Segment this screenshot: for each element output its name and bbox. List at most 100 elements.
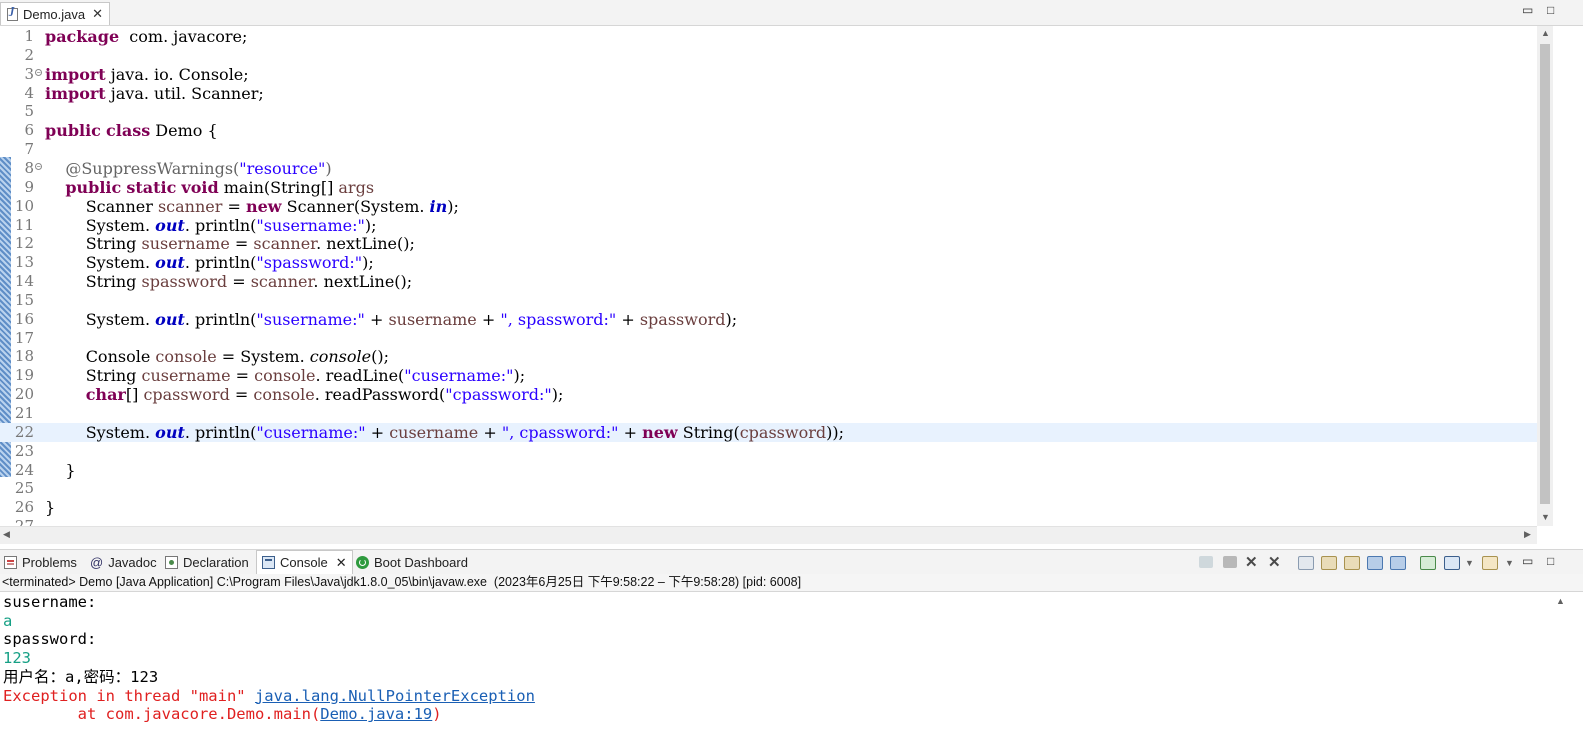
code-token: = System. xyxy=(216,347,310,367)
tab-console[interactable]: Console ✕ xyxy=(256,550,353,574)
code-token: console xyxy=(155,347,217,367)
code-line[interactable]: 23 xyxy=(0,442,1537,461)
scroll-left-icon[interactable]: ◀ xyxy=(3,529,10,540)
show-on-stderr-icon[interactable] xyxy=(1390,556,1406,570)
show-on-stdout-icon[interactable] xyxy=(1367,556,1383,570)
code-editor[interactable]: 1 package com. javacore; 2 3− import java. i… xyxy=(0,26,1583,526)
console-vertical-scrollbar[interactable]: ▲ xyxy=(1552,592,1568,748)
code-token: out xyxy=(155,422,185,442)
line-number: 26 xyxy=(14,498,34,517)
code-line[interactable]: 14 String spassword = scanner. nextLine(… xyxy=(0,272,1537,291)
scroll-lock-icon[interactable] xyxy=(1321,556,1337,570)
code-line[interactable]: 16 System. out. println("susername:" + s… xyxy=(0,310,1537,329)
console-line: susername: xyxy=(3,593,96,612)
close-tab-icon[interactable]: ✕ xyxy=(92,6,103,22)
fold-toggle-icon[interactable]: − xyxy=(35,68,42,77)
rerun-icon[interactable] xyxy=(1199,556,1213,568)
code-text: public static void main(String[] args xyxy=(45,178,374,197)
code-line[interactable]: 13 System. out. println("spassword:"); xyxy=(0,253,1537,272)
editor-vertical-scrollbar[interactable]: ▲ ▼ xyxy=(1537,26,1553,526)
tab-problems[interactable]: Problems xyxy=(4,550,77,574)
code-line[interactable]: 3− import java. io. Console; xyxy=(0,65,1537,84)
scroll-right-icon[interactable]: ▶ xyxy=(1524,529,1531,540)
code-token: out xyxy=(155,309,185,329)
maximize-console-button[interactable]: □ xyxy=(1547,554,1554,568)
code-token: cpassword xyxy=(739,422,827,442)
clear-console-icon[interactable] xyxy=(1298,556,1314,570)
line-number: 24 xyxy=(14,460,34,479)
code-line[interactable]: 24 } xyxy=(0,461,1537,480)
console-output[interactable]: susername: a spassword: 123 用户名：a,密码：123 Exce… xyxy=(0,592,1550,748)
code-line[interactable]: 21 xyxy=(0,404,1537,423)
code-token: in xyxy=(429,196,448,216)
remove-launch-icon[interactable]: ✕ xyxy=(1245,553,1258,571)
code-token: . readLine( xyxy=(315,366,405,386)
chevron-down-icon[interactable]: ▼ xyxy=(1465,558,1474,568)
code-line[interactable]: 22 System. out. println("cusername:" + c… xyxy=(0,422,1537,442)
tab-declaration[interactable]: Declaration xyxy=(165,550,249,574)
tab-label: Javadoc xyxy=(108,554,157,570)
scroll-up-icon[interactable]: ▲ xyxy=(1541,28,1550,38)
fold-toggle-icon[interactable]: − xyxy=(35,162,42,171)
code-line[interactable]: 20 char[] cpassword = console. readPassw… xyxy=(0,385,1537,404)
console-text: Exception in thread "main" xyxy=(3,686,255,705)
display-selected-console-icon[interactable] xyxy=(1444,556,1460,570)
code-line[interactable]: 4 import java. util. Scanner; xyxy=(0,84,1537,103)
code-line[interactable]: 2 xyxy=(0,46,1537,65)
code-line[interactable]: 27 xyxy=(0,517,1537,526)
code-token: ", spassword:" xyxy=(500,309,617,329)
stacktrace-link[interactable]: Demo.java:19 xyxy=(320,705,432,723)
code-text: public class Demo { xyxy=(45,121,218,140)
code-token: cpassword xyxy=(143,385,230,405)
code-line[interactable]: 12 String susername = scanner. nextLine(… xyxy=(0,234,1537,253)
code-token: void xyxy=(181,177,219,197)
code-token: } xyxy=(45,460,76,480)
code-line[interactable]: 19 String cusername = console. readLine(… xyxy=(0,366,1537,385)
tab-javadoc[interactable]: @ Javadoc xyxy=(90,550,157,574)
code-line[interactable]: 10 Scanner scanner = new Scanner(System.… xyxy=(0,197,1537,216)
code-line[interactable]: 1 package com. javacore; xyxy=(0,27,1537,46)
code-line[interactable]: 8− @SuppressWarnings("resource") xyxy=(0,159,1537,178)
code-line[interactable]: 26} xyxy=(0,498,1537,517)
code-line[interactable]: 6 public class Demo { xyxy=(0,121,1537,140)
code-text: @SuppressWarnings("resource") xyxy=(45,159,331,178)
minimize-editor-button[interactable]: ▭ xyxy=(1522,3,1533,17)
code-token: . nextLine(); xyxy=(316,234,415,254)
terminate-icon[interactable] xyxy=(1223,556,1237,568)
java-file-icon xyxy=(7,7,18,21)
editor-tab-demo-java[interactable]: Demo.java ✕ xyxy=(0,2,110,25)
scroll-down-icon[interactable]: ▼ xyxy=(1541,512,1550,522)
code-line[interactable]: 5 xyxy=(0,102,1537,121)
pin-console-icon[interactable] xyxy=(1420,556,1436,570)
tab-boot-dashboard[interactable]: Boot Dashboard xyxy=(356,550,468,574)
code-token: out xyxy=(155,215,185,235)
code-token: Console xyxy=(45,347,156,367)
editor-horizontal-scrollbar[interactable]: ◀ ▶ xyxy=(0,526,1537,544)
console-text: 用户名：a,密码：123 xyxy=(3,667,159,686)
line-number: 13 xyxy=(14,253,34,272)
line-number: 3 xyxy=(24,64,34,83)
editor-scroll-thumb[interactable] xyxy=(1540,44,1550,504)
line-number: 19 xyxy=(14,366,34,385)
chevron-down-icon[interactable]: ▼ xyxy=(1505,558,1514,568)
console-line: 123 xyxy=(3,649,31,668)
maximize-editor-button[interactable]: □ xyxy=(1547,3,1554,17)
code-line[interactable]: 25 xyxy=(0,479,1537,498)
code-token: + xyxy=(476,309,501,329)
minimize-console-button[interactable]: ▭ xyxy=(1522,554,1533,568)
code-line[interactable]: 9 public static void main(String[] args xyxy=(0,178,1537,197)
code-token: Scanner xyxy=(45,196,158,216)
open-console-icon[interactable] xyxy=(1482,556,1498,570)
code-line[interactable]: 17 xyxy=(0,329,1537,348)
code-line[interactable]: 15 xyxy=(0,291,1537,310)
remove-all-terminated-icon[interactable]: ✕ xyxy=(1268,553,1281,571)
stacktrace-link[interactable]: java.lang.NullPointerException xyxy=(255,687,535,705)
code-line[interactable]: 7 xyxy=(0,140,1537,159)
line-number: 10 xyxy=(14,196,34,215)
word-wrap-icon[interactable] xyxy=(1344,556,1360,570)
close-console-tab-icon[interactable]: ✕ xyxy=(336,555,347,571)
code-line[interactable]: 18 Console console = System. console(); xyxy=(0,347,1537,366)
scroll-up-icon[interactable]: ▲ xyxy=(1556,596,1565,606)
code-line[interactable]: 11 System. out. println("susername:"); xyxy=(0,216,1537,235)
